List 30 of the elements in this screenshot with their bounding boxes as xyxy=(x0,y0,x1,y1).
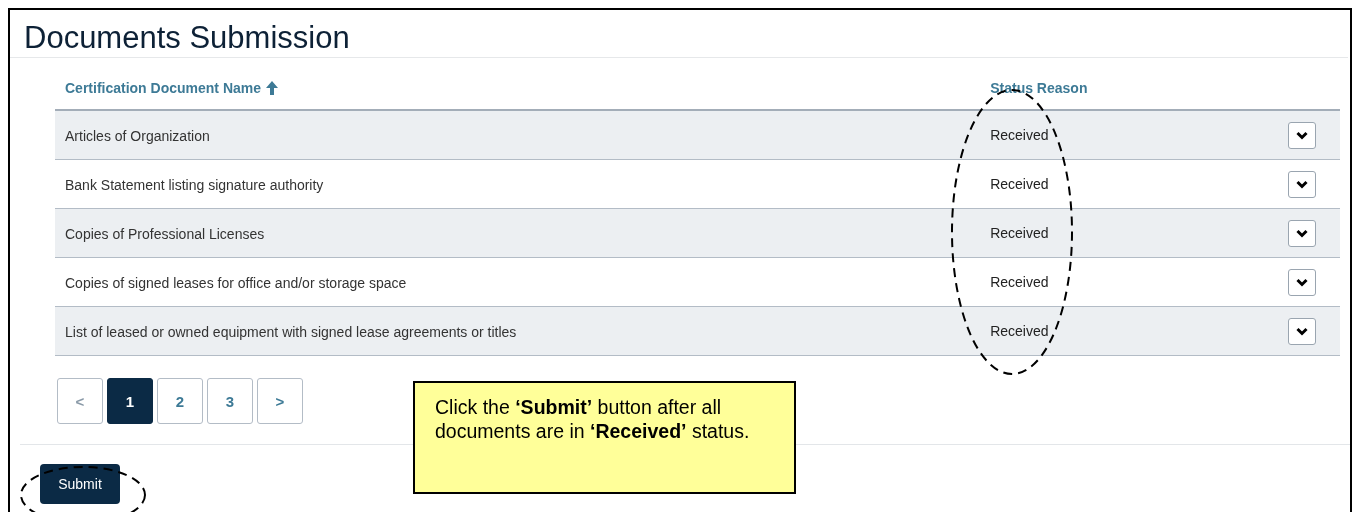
document-name: Bank Statement listing signature authority xyxy=(65,176,324,193)
page-button[interactable]: 3 xyxy=(207,378,253,424)
previous-page-button[interactable]: < xyxy=(57,378,103,424)
page-button[interactable]: 1 xyxy=(107,378,153,424)
status-text: Received xyxy=(989,225,1049,241)
row-menu-button[interactable] xyxy=(1288,219,1316,247)
row-menu-button[interactable] xyxy=(1288,170,1316,198)
document-name: Copies of Professional Licenses xyxy=(65,225,265,242)
status-text: Received xyxy=(989,323,1049,339)
status-text: Received xyxy=(989,127,1049,143)
row-menu-button[interactable] xyxy=(1288,317,1316,345)
submit-button[interactable]: Submit xyxy=(40,464,120,504)
page-button[interactable]: 2 xyxy=(157,378,203,424)
chevron-down-icon xyxy=(1296,179,1308,189)
column-header[interactable]: Status Reason xyxy=(980,79,1340,96)
status-text: Received xyxy=(989,176,1049,192)
document-name: Copies of signed leases for office and/or storage space xyxy=(65,274,407,291)
chevron-down-icon xyxy=(1296,130,1308,140)
status-text: Received xyxy=(989,274,1049,290)
column-header[interactable]: Certification Document Name xyxy=(55,79,981,96)
page-title: Documents Submission xyxy=(10,10,1348,58)
next-page-button[interactable]: > xyxy=(257,378,303,424)
document-name: List of leased or owned equipment with signed lease agreements or titles xyxy=(65,323,517,340)
callout-note: Click the ‘Submit’ button after all documents are in ‘Received’ status. xyxy=(413,381,796,494)
chevron-down-icon xyxy=(1296,277,1308,287)
row-menu-button[interactable] xyxy=(1288,268,1316,296)
row-menu-button[interactable] xyxy=(1288,121,1316,149)
document-name: Articles of Organization xyxy=(65,127,210,144)
chevron-down-icon xyxy=(1296,326,1308,336)
chevron-down-icon xyxy=(1296,228,1308,238)
